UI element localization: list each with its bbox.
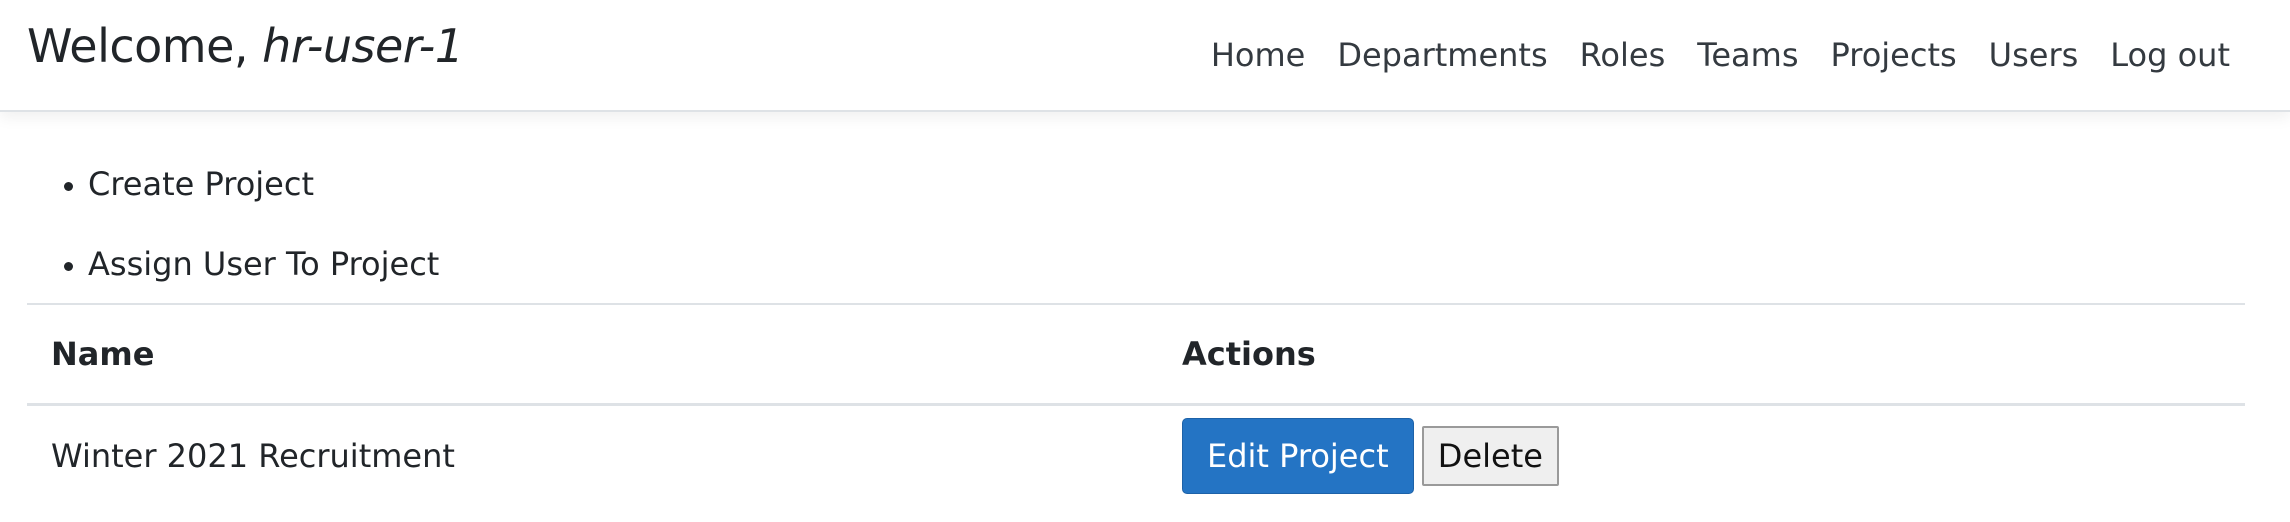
table-header-row: Name Actions (27, 303, 2245, 406)
projects-table-container: Name Actions Winter 2021 Recruitment Edi… (27, 303, 2245, 506)
table-row: Winter 2021 Recruitment Edit Project Del… (27, 405, 2245, 507)
welcome-heading: Welcome, hr-user-1 (27, 16, 464, 76)
main-nav: Home Departments Roles Teams Projects Us… (1211, 30, 2230, 80)
edit-project-button[interactable]: Edit Project (1182, 418, 1414, 494)
username: hr-user-1 (262, 19, 464, 73)
nav-projects-link[interactable]: Projects (1831, 30, 1957, 80)
nav-roles-link[interactable]: Roles (1580, 30, 1666, 80)
nav-departments-link[interactable]: Departments (1337, 30, 1547, 80)
nav-teams-link[interactable]: Teams (1697, 30, 1798, 80)
project-name-cell: Winter 2021 Recruitment (51, 437, 455, 475)
top-navbar: Welcome, hr-user-1 Home Departments Role… (0, 0, 2290, 112)
welcome-prefix: Welcome, (27, 19, 263, 73)
project-actions-list: Create Project Assign User To Project (88, 159, 439, 319)
create-project-link[interactable]: Create Project (88, 159, 439, 209)
projects-table: Name Actions Winter 2021 Recruitment Edi… (27, 303, 2245, 506)
delete-project-button[interactable]: Delete (1421, 426, 1559, 486)
column-header-name: Name (27, 303, 1158, 406)
column-header-actions: Actions (1158, 303, 2245, 406)
project-actions-cell: Edit Project Delete (1158, 405, 2245, 507)
nav-logout-link[interactable]: Log out (2110, 30, 2230, 80)
nav-home-link[interactable]: Home (1211, 30, 1306, 80)
nav-users-link[interactable]: Users (1989, 30, 2079, 80)
assign-user-to-project-link[interactable]: Assign User To Project (88, 239, 439, 289)
